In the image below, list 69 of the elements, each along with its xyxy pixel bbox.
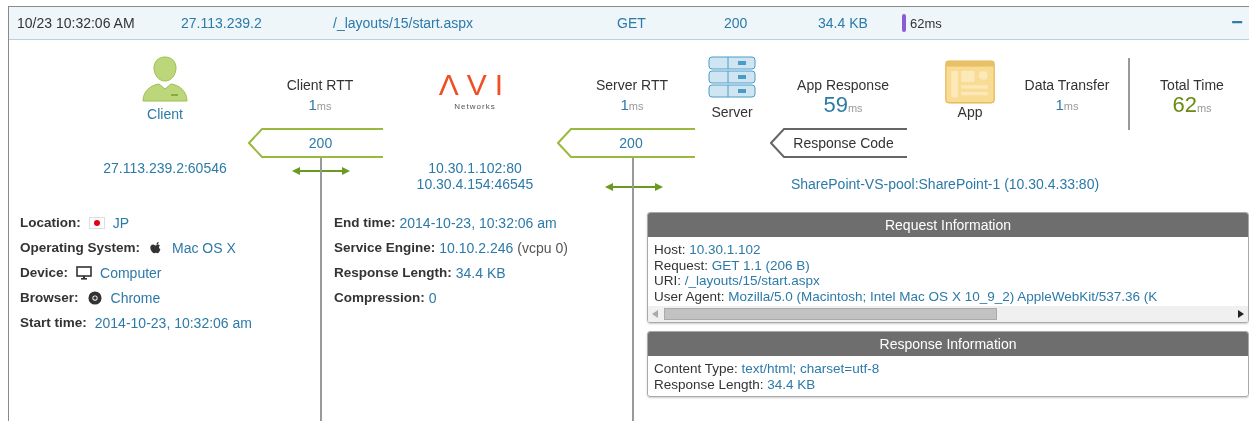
detail-value: 2014-10-23, 10:32:06 am [94, 314, 252, 331]
log-row-header[interactable]: 10/23 10:32:06 AM 27.113.239.2 /_layouts/15/start.aspx GET 200 34.4 KB 62ms − [9, 7, 1249, 40]
application-window-icon [944, 60, 996, 104]
server-pool: SharePoint-VS-pool:SharePoint-1 (10.30.4.33:80) [790, 176, 1100, 192]
detail-label: Compression: [334, 290, 425, 305]
request-uri: /_layouts/15/start.aspx [333, 15, 474, 31]
response-size: 34.4 KB [818, 15, 868, 31]
status-code-tag: 200 [557, 128, 695, 158]
client-rtt-label: Client RTT [286, 76, 354, 94]
info-line: User Agent: Mozilla/5.0 (Macintosh; Intel Mac OS X 10_9_2) AppleWebKit/537.36 (K [654, 288, 1159, 304]
detail-value: JP [112, 214, 130, 231]
app-response-value: 59ms [823, 94, 863, 119]
panel-title: Request Information [648, 213, 1248, 237]
ip-address: 10.30.4.154:46545 [416, 176, 534, 192]
detail-value: Computer [100, 264, 162, 281]
detail-note: (vcpu 0) [517, 239, 568, 256]
company-logo: ΛVI Networks [438, 68, 512, 111]
client-ip: 27.113.239.2 [181, 15, 262, 31]
scroll-right-icon[interactable] [1238, 310, 1244, 318]
detail-label: Start time: [20, 315, 87, 330]
detail-value: 2014-10-23, 10:32:06 am [399, 214, 557, 231]
duration: 62ms [910, 15, 942, 31]
collapse-button[interactable]: − [1231, 11, 1243, 33]
scroll-left-icon[interactable] [652, 310, 658, 318]
detail-value: Mac OS X [172, 239, 236, 256]
double-arrow-icon [292, 166, 350, 176]
detail-label: Device: [20, 265, 69, 280]
data-transfer-label: Data Transfer [1024, 76, 1110, 94]
http-method: GET [617, 15, 646, 31]
info-line: Response Length: 34.4 KB [654, 376, 817, 392]
server-icon [708, 56, 756, 98]
info-line: Content Type: text/html; charset=utf-8 [654, 361, 881, 377]
status-code: 200 [724, 15, 748, 31]
flag-icon [88, 215, 105, 230]
detail-value: 0 [428, 289, 437, 306]
user-icon [140, 55, 190, 103]
detail-label: Browser: [20, 290, 79, 305]
detail-label: Location: [20, 215, 81, 230]
detail-value: Chrome [110, 289, 161, 306]
info-line: Request: GET 1.1 (206 B) [654, 257, 811, 273]
client-label: Client [147, 106, 183, 122]
app-label: App [957, 104, 983, 120]
client-rtt-value: 1ms [308, 95, 332, 115]
server-rtt-value: 1ms [620, 95, 644, 115]
detail-label: Response Length: [334, 265, 452, 280]
total-time-value: 62ms [1172, 94, 1212, 119]
info-line: Host: 10.30.1.102 [654, 242, 762, 258]
panel-title: Response Information [648, 332, 1248, 356]
total-time-label: Total Time [1160, 76, 1224, 94]
ip-address: 10.30.1.102:80 [428, 160, 522, 176]
detail-label: Operating System: [20, 240, 141, 255]
detail-value: 34.4 KB [455, 264, 506, 281]
client-address: 27.113.239.2:60546 [103, 160, 227, 176]
duration-bar [902, 14, 906, 32]
app-response-label: App Response [797, 76, 889, 94]
horizontal-scrollbar[interactable] [648, 306, 1248, 322]
info-line: URI: /_layouts/15/start.aspx [654, 273, 821, 289]
server-rtt-label: Server RTT [595, 76, 669, 94]
detail-label: Service Engine: [334, 240, 436, 255]
response-code-tag: Response Code [770, 128, 907, 158]
status-code-tag: 200 [248, 128, 383, 158]
detail-label: End time: [334, 215, 396, 230]
double-arrow-icon [605, 182, 663, 192]
monitor-icon [76, 265, 93, 280]
timestamp: 10/23 10:32:06 AM [17, 15, 135, 31]
browser-icon [86, 290, 103, 305]
data-transfer-value: 1ms [1055, 95, 1079, 115]
detail-value: 10.10.2.246 [439, 239, 514, 256]
server-label: Server [711, 104, 753, 120]
